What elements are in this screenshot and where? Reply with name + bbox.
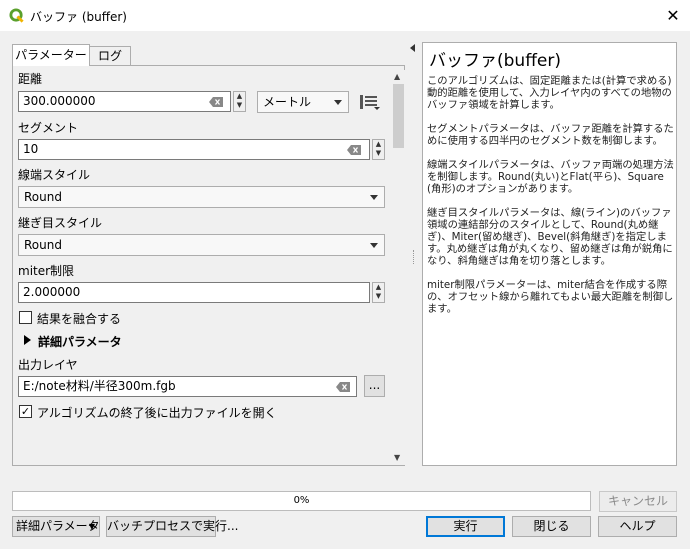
miter-label: miter制限 <box>18 264 75 278</box>
help-button[interactable]: ヘルプ <box>598 516 677 537</box>
segments-label: セグメント <box>18 121 79 135</box>
window-title: バッファ (buffer) <box>30 10 127 24</box>
clear-icon[interactable] <box>336 382 350 392</box>
miter-spinbox[interactable]: ▲ ▼ <box>372 282 385 303</box>
clear-icon[interactable] <box>209 97 223 107</box>
output-path-input[interactable]: E:/note材料/半径300m.fgb <box>18 376 357 397</box>
scrollbar-thumb[interactable] <box>393 84 404 148</box>
open-output-label: アルゴリズムの終了後に出力ファイルを開く <box>37 406 277 420</box>
progress-bar: 0% <box>12 491 591 511</box>
help-paragraph: セグメントパラメータは、バッファ距離を計算するために使用する四半円のセグメント数… <box>427 123 674 147</box>
help-paragraph: miter制限パラメーターは、miter結合を作成する際の、オフセット線から離れ… <box>427 279 674 315</box>
cancel-button[interactable]: キャンセル <box>599 491 677 512</box>
endcap-label: 線端スタイル <box>18 168 91 182</box>
help-paragraph: 継ぎ目スタイルパラメータは、線(ライン)のバッファ領域の連結部分のスタイルとして… <box>427 207 673 267</box>
help-paragraph: 線端スタイルパラメータは、バッファ両端の処理方法を制御します。Round(丸い)… <box>427 159 674 195</box>
tab-log[interactable]: ログ <box>89 46 131 65</box>
qgis-logo-icon <box>9 8 24 23</box>
unit-select[interactable]: メートル <box>257 91 349 113</box>
advanced-menu-button[interactable]: 詳細パラメータ ▼ <box>12 516 100 537</box>
batch-process-button[interactable]: バッチプロセスで実行... <box>106 516 238 537</box>
collapse-help-icon[interactable] <box>410 44 415 52</box>
advanced-parameters-header[interactable]: 詳細パラメータ <box>38 333 122 350</box>
advanced-menu-label: 詳細パラメータ <box>16 519 100 533</box>
join-select[interactable]: Round <box>18 234 385 256</box>
segments-input[interactable]: 10 <box>18 139 370 160</box>
dropdown-arrow-icon: ▼ <box>88 522 95 531</box>
output-layer-label: 出力レイヤ <box>18 358 78 372</box>
join-label: 継ぎ目スタイル <box>18 216 103 230</box>
tab-parameters[interactable]: パラメーター <box>12 44 90 66</box>
clear-icon[interactable] <box>347 145 361 155</box>
distance-spinbox[interactable]: ▲ ▼ <box>233 91 246 112</box>
expand-arrow-icon[interactable] <box>24 335 31 345</box>
segments-spinbox[interactable]: ▲ ▼ <box>372 139 385 160</box>
open-output-checkbox[interactable]: ✓ <box>19 405 32 418</box>
endcap-select[interactable]: Round <box>18 186 385 208</box>
dissolve-checkbox[interactable] <box>19 311 32 324</box>
dissolve-label: 結果を融合する <box>37 312 122 326</box>
scroll-up-icon[interactable]: ▲ <box>394 72 400 81</box>
endcap-value: Round <box>24 190 62 204</box>
miter-input[interactable]: 2.000000 <box>18 282 370 303</box>
run-button[interactable]: 実行 <box>426 516 505 537</box>
splitter-handle[interactable] <box>413 250 415 264</box>
help-title: バッファ(buffer) <box>429 51 561 71</box>
close-button[interactable]: 閉じる <box>512 516 591 537</box>
help-panel: バッファ(buffer) このアルゴリズムは、固定距離または(計算で求める)動的… <box>422 42 677 466</box>
distance-input[interactable]: 300.000000 <box>18 91 231 112</box>
data-defined-override-icon[interactable] <box>358 93 382 111</box>
browse-output-button[interactable]: ... <box>364 375 385 397</box>
close-window-icon[interactable]: ✕ <box>659 3 687 29</box>
distance-label: 距離 <box>18 72 43 86</box>
join-value: Round <box>24 238 62 252</box>
help-paragraph: このアルゴリズムは、固定距離または(計算で求める)動的距離を使用して、入力レイヤ… <box>427 75 672 111</box>
unit-value: メートル <box>263 95 312 109</box>
scroll-down-icon[interactable]: ▼ <box>394 453 400 462</box>
